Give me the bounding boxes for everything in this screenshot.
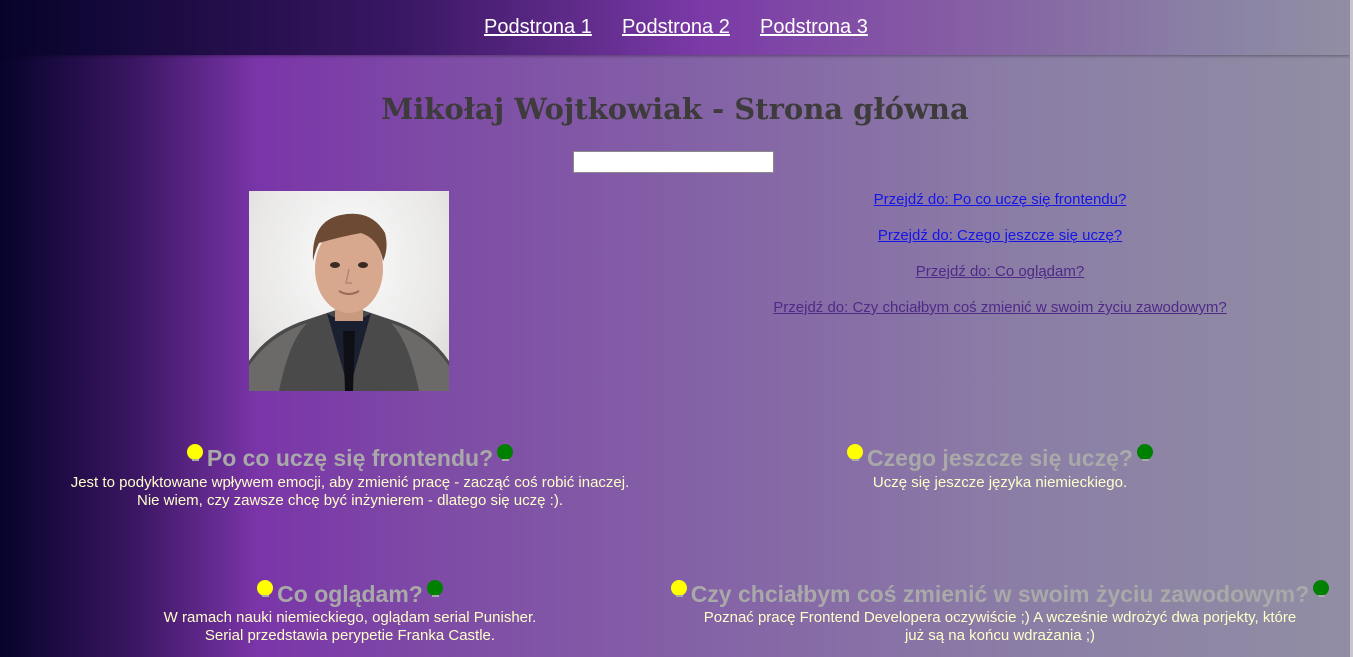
section-heading-text: Co oglądam?: [277, 581, 423, 608]
anchor-link-learning[interactable]: Przejdź do: Czego jeszcze się uczę?: [700, 227, 1300, 244]
section-text-frontend: Jest to podyktowane wpływem emocji, aby …: [0, 474, 700, 510]
nav-link-podstrona-3[interactable]: Podstrona 3: [760, 16, 868, 39]
lightbulb-icon: [1313, 580, 1330, 598]
text-line: Jest to podyktowane wpływem emocji, aby …: [70, 474, 630, 491]
section-text-watching: W ramach nauki niemieckiego, oglądam ser…: [0, 609, 700, 645]
lightbulb-icon: [257, 580, 274, 598]
section-text-learning: Uczę się jeszcze języka niemieckiego.: [650, 474, 1350, 492]
text-line: już są na końcu wdrażania ;): [904, 627, 1096, 644]
nav-link-podstrona-1[interactable]: Podstrona 1: [484, 16, 592, 39]
lightbulb-icon: [847, 444, 864, 462]
section-text-career: Poznać pracę Frontend Developera oczywiś…: [685, 609, 1315, 645]
profile-photo: [249, 191, 449, 391]
section-heading-career: Czy chciałbym coś zmienić w swoim życiu …: [650, 580, 1350, 608]
anchor-link-career[interactable]: Przejdź do: Czy chciałbym coś zmienić w …: [700, 299, 1300, 316]
page-title: Mikołaj Wojtkowiak - Strona główna: [381, 92, 969, 126]
section-heading-frontend: Po co uczę się frontendu?: [0, 444, 700, 472]
anchor-link-watching[interactable]: Przejdź do: Co oglądam?: [700, 263, 1300, 280]
text-line: Uczę się jeszcze języka niemieckiego.: [872, 474, 1128, 491]
top-navbar: Podstrona 1 Podstrona 2 Podstrona 3: [0, 0, 1350, 55]
text-line: Nie wiem, czy zawsze chcę być inżynierem…: [137, 492, 563, 509]
anchor-link-frontend[interactable]: Przejdź do: Po co uczę się frontendu?: [700, 191, 1300, 208]
section-heading-text: Czego jeszcze się uczę?: [867, 445, 1133, 472]
lightbulb-icon: [426, 580, 443, 598]
text-line: Serial przedstawia perypetie Franka Cast…: [204, 627, 496, 644]
text-line: Poznać pracę Frontend Developera oczywiś…: [703, 609, 1297, 626]
text-line: W ramach nauki niemieckiego, oglądam ser…: [163, 609, 537, 626]
lightbulb-icon: [1136, 444, 1153, 462]
section-heading-text: Czy chciałbym coś zmienić w swoim życiu …: [690, 581, 1310, 608]
search-input[interactable]: [573, 151, 774, 173]
section-heading-watching: Co oglądam?: [0, 580, 700, 608]
lightbulb-icon: [186, 444, 203, 462]
nav-link-podstrona-2[interactable]: Podstrona 2: [622, 16, 730, 39]
lightbulb-icon: [497, 444, 514, 462]
portrait-image: [249, 213, 449, 391]
section-heading-learning: Czego jeszcze się uczę?: [650, 444, 1350, 472]
section-heading-text: Po co uczę się frontendu?: [206, 445, 494, 472]
lightbulb-icon: [670, 580, 687, 598]
